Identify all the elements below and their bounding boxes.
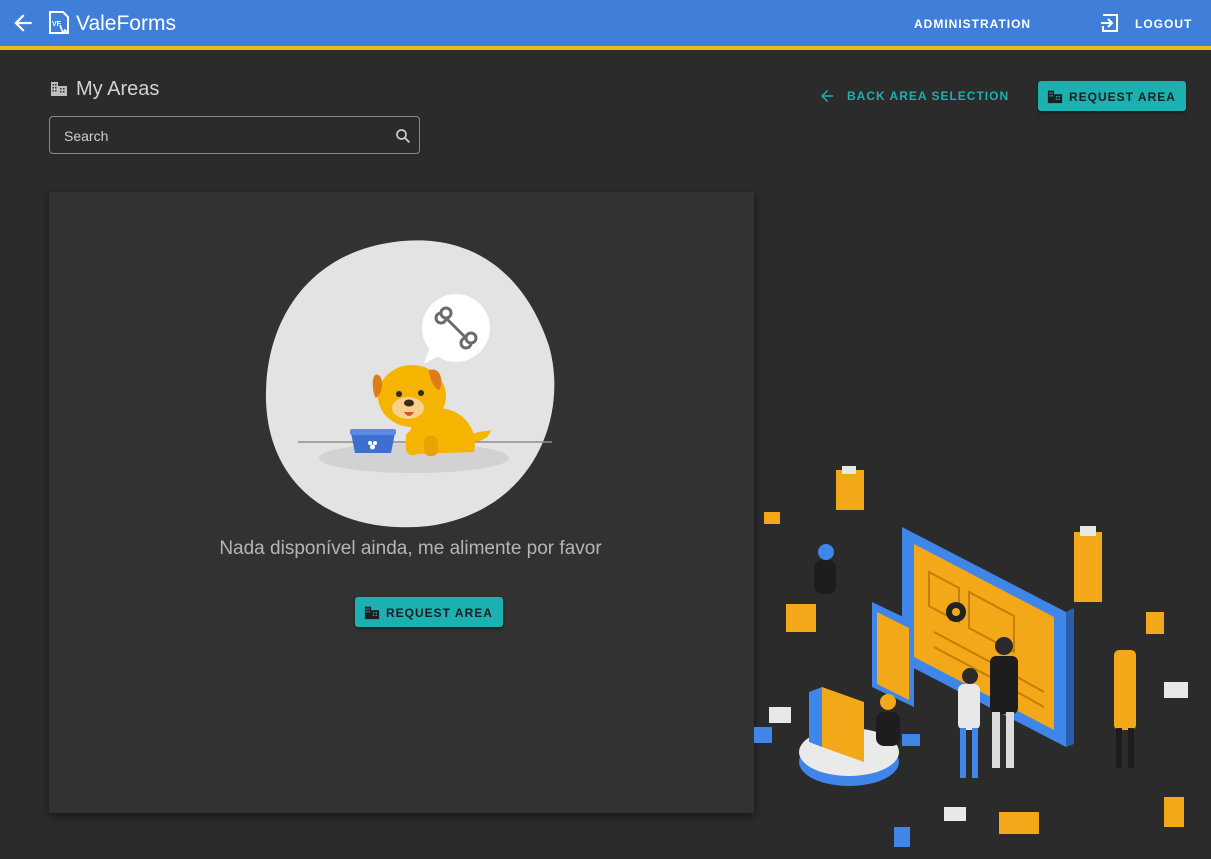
request-area-label: REQUEST AREA bbox=[1069, 90, 1176, 104]
hungry-dog-illustration bbox=[265, 240, 555, 528]
empty-state-message: Nada disponível ainda, me alimente por f… bbox=[219, 538, 602, 559]
request-area-card-label: REQUEST AREA bbox=[386, 606, 493, 620]
arrow-back-icon bbox=[821, 90, 833, 102]
isometric-team-illustration bbox=[754, 466, 1188, 847]
buildings-icon bbox=[1047, 90, 1063, 104]
administration-link[interactable]: ADMINISTRATION bbox=[914, 17, 1031, 31]
request-area-button[interactable]: REQUEST AREA bbox=[1038, 81, 1186, 111]
search-input[interactable] bbox=[62, 125, 376, 147]
logout-icon bbox=[1101, 14, 1118, 32]
search-icon[interactable] bbox=[394, 127, 412, 145]
buildings-icon bbox=[364, 606, 380, 620]
arrow-back-icon[interactable] bbox=[10, 10, 36, 36]
logout-label: LOGOUT bbox=[1135, 17, 1193, 31]
back-area-selection-label: BACK AREA SELECTION bbox=[847, 89, 1010, 103]
search-field[interactable] bbox=[49, 116, 420, 154]
areas-card: Nada disponível ainda, me alimente por f… bbox=[49, 192, 754, 813]
buildings-icon bbox=[51, 82, 67, 96]
app-header: VF ValeForms ADMINISTRATION LOGOUT bbox=[0, 0, 1211, 50]
page-title: My Areas bbox=[76, 78, 160, 100]
request-area-card-button[interactable]: REQUEST AREA bbox=[355, 597, 503, 627]
app-title: ValeForms bbox=[76, 12, 176, 35]
valeforms-logo-icon: VF bbox=[49, 11, 69, 35]
